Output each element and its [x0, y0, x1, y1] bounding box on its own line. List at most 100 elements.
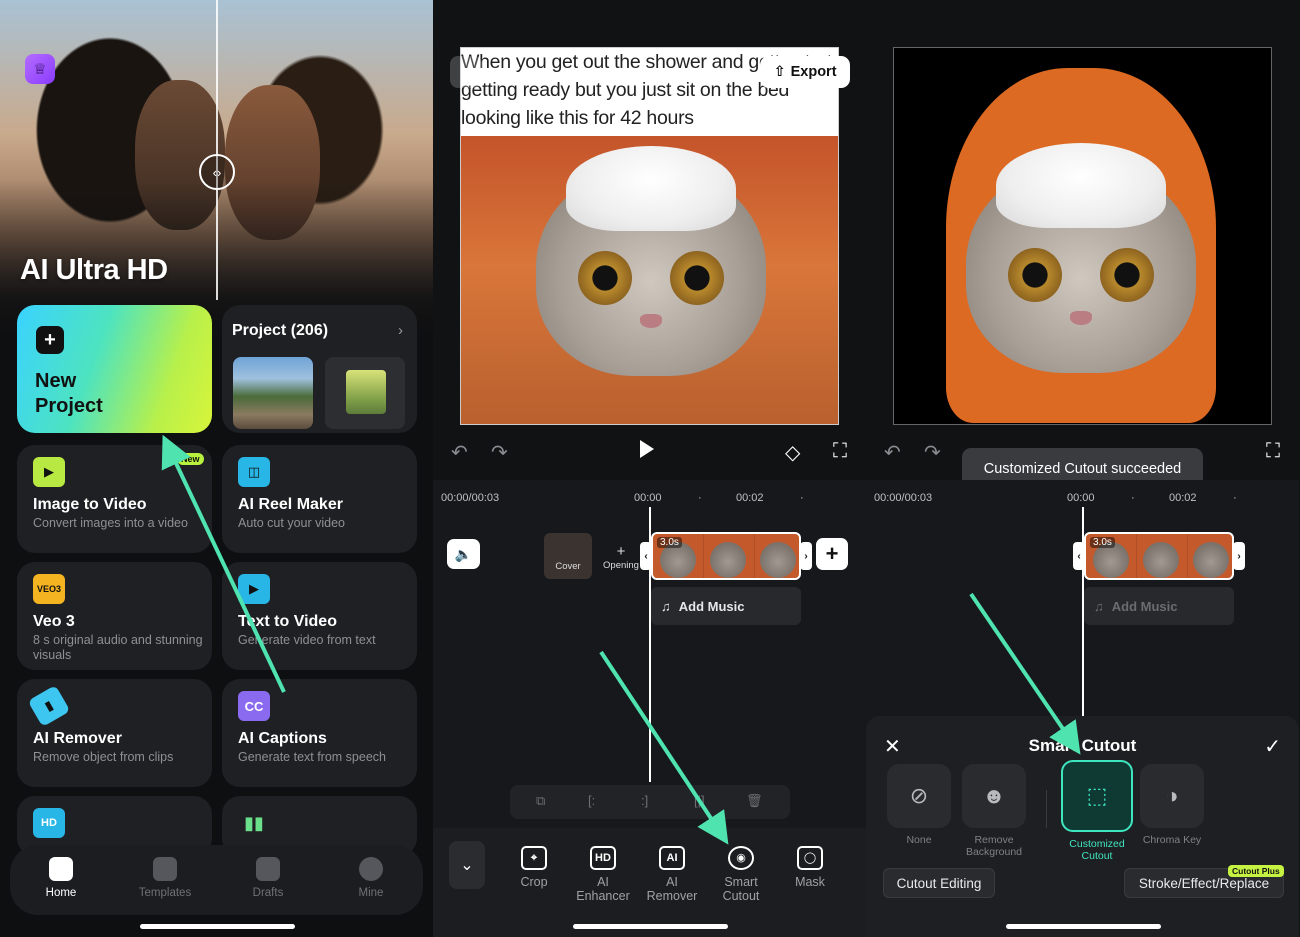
clip-duration: 3.0s — [657, 537, 682, 548]
none-icon: ⊘ — [887, 764, 951, 828]
image-to-video-icon: ▶ — [33, 457, 65, 487]
tool-crop[interactable]: ⌖ Crop — [502, 846, 566, 889]
feature-ai-reel-maker[interactable]: ◫ AI Reel Maker Auto cut your video — [222, 445, 417, 553]
close-icon[interactable]: ✕ — [450, 56, 482, 88]
playhead[interactable] — [649, 507, 651, 782]
new-badge: New — [177, 453, 204, 465]
nav-home[interactable]: Home — [21, 857, 101, 899]
option-none[interactable]: ⊘ None — [887, 764, 951, 846]
editor-screen: When you get out the shower and gotta st… — [433, 0, 866, 937]
feature-desc: 8 s original audio and stunning visuals — [33, 633, 203, 662]
chevron-down-icon[interactable]: ⌄ — [449, 841, 485, 889]
split-left-icon[interactable]: [: — [588, 793, 595, 808]
hero-title: AI Ultra HD — [20, 254, 168, 286]
reel-maker-icon: ◫ — [238, 457, 270, 487]
project-thumbnail[interactable] — [325, 357, 405, 429]
add-music-button[interactable]: ♫ Add Music — [651, 587, 801, 625]
cutout-preview[interactable] — [893, 47, 1272, 425]
nav-mine[interactable]: Mine — [331, 857, 411, 899]
feature-desc: Remove object from clips — [33, 750, 174, 764]
project-card[interactable]: Project (206) › — [222, 305, 417, 433]
feature-text-to-video[interactable]: ▶ Text to Video Generate video from text — [222, 562, 417, 670]
cover-button[interactable]: Cover — [544, 533, 592, 579]
templates-icon — [153, 857, 177, 881]
tick-label: 00:02 — [1169, 492, 1197, 504]
time-ruler: 00:00/00:03 00:00 · 00:02 · — [874, 492, 1237, 504]
feature-name: Text to Video — [238, 613, 337, 630]
duplicate-icon[interactable]: ⧉ — [536, 793, 545, 809]
cutout-editing-button[interactable]: Cutout Editing — [883, 868, 995, 898]
captions-icon: CC — [238, 691, 270, 721]
tool-smart-cutout[interactable]: ◉ Smart Cutout — [709, 846, 773, 903]
fullscreen-icon[interactable]: ⛶ — [1266, 440, 1280, 463]
drafts-icon — [256, 857, 280, 881]
time-current: 00:00/00:03 — [441, 492, 500, 504]
feature-name: AI Captions — [238, 730, 327, 747]
mask-icon: ◯ — [797, 846, 823, 870]
compare-handle-icon[interactable]: ‹› — [199, 154, 235, 190]
new-project-label: New Project — [35, 370, 103, 417]
cutout-plus-badge: Cutout Plus — [1228, 865, 1284, 877]
compare-divider[interactable] — [216, 0, 218, 300]
smart-cutout-icon: ◉ — [728, 846, 754, 870]
delete-icon[interactable]: 🗑 — [746, 793, 763, 809]
feature-desc: Generate text from speech — [238, 750, 386, 764]
video-clip[interactable]: 3.0s — [1084, 532, 1234, 580]
text-to-video-icon: ▶ — [238, 574, 270, 604]
option-customized-cutout[interactable]: ⬚ Customized Cutout — [1061, 760, 1133, 862]
feature-veo3[interactable]: VEO3 Veo 3 8 s original audio and stunni… — [17, 562, 212, 670]
option-remove-background[interactable]: ☻ Remove Background — [962, 764, 1026, 858]
feature-ai-captions[interactable]: CC AI Captions Generate text from speech — [222, 679, 417, 787]
option-chroma-key[interactable]: ◑ Chroma Key — [1140, 764, 1204, 846]
video-preview[interactable]: When you get out the shower and gotta st… — [460, 47, 839, 425]
clip-trim-right[interactable]: › — [800, 542, 812, 570]
home-screen: ‹› ♕ AI Ultra HD + New Project Project (… — [0, 0, 433, 937]
clip-trim-right[interactable]: › — [1233, 542, 1245, 570]
play-icon[interactable] — [640, 440, 654, 458]
fullscreen-icon[interactable]: ⛶ — [833, 440, 847, 463]
chroma-key-icon: ◑ — [1140, 764, 1204, 828]
audio-bars-icon: ▮▮ — [244, 812, 264, 833]
nav-templates[interactable]: Templates — [125, 857, 205, 899]
sheet-title: Smart Cutout — [1028, 736, 1137, 755]
add-music-button[interactable]: ♫ Add Music — [1084, 587, 1234, 625]
export-button[interactable]: ⇧ Export — [760, 56, 850, 88]
mute-icon[interactable]: 🔈 — [447, 539, 480, 569]
feature-name: AI Reel Maker — [238, 496, 343, 513]
veo3-icon: VEO3 — [33, 574, 65, 604]
feature-image-to-video[interactable]: ▶ New Image to Video Convert images into… — [17, 445, 212, 553]
keyframe-icon[interactable]: ◇ — [785, 440, 800, 465]
tool-ai-enhancer[interactable]: HD AI Enhancer — [571, 846, 635, 903]
redo-icon[interactable]: ↷ — [491, 440, 508, 465]
redo-icon[interactable]: ↷ — [924, 440, 941, 465]
project-thumbnail[interactable] — [233, 357, 313, 429]
opening-button[interactable]: + Opening — [599, 533, 643, 579]
video-clip[interactable]: 3.0s — [651, 532, 801, 580]
tick-label: 00:02 — [736, 492, 764, 504]
crown-icon[interactable]: ♕ — [25, 54, 55, 84]
feature-ai-remover[interactable]: ▮ AI Remover Remove object from clips — [17, 679, 212, 787]
tool-strip: ⌄ ⌖ Crop HD AI Enhancer AI AI Remover ◉ Smar… — [433, 828, 866, 937]
tool-ai-remover[interactable]: AI AI Remover — [640, 846, 704, 903]
add-clip-button[interactable]: + — [816, 538, 848, 570]
undo-icon[interactable]: ↶ — [451, 440, 468, 465]
split-icon[interactable]: [|] — [694, 793, 705, 808]
feature-name: Image to Video — [33, 496, 147, 513]
ai-remover-icon: AI — [659, 846, 685, 870]
music-note-icon: ♫ — [1094, 598, 1104, 614]
playhead[interactable] — [1082, 507, 1084, 717]
split-right-icon[interactable]: :] — [641, 793, 648, 808]
nav-drafts[interactable]: Drafts — [228, 857, 308, 899]
undo-icon[interactable]: ↶ — [884, 440, 901, 465]
tool-mask[interactable]: ◯ Mask — [778, 846, 842, 889]
eraser-icon: ▮ — [27, 685, 71, 727]
confirm-check-icon[interactable]: ✓ — [1264, 734, 1281, 759]
new-project-button[interactable]: + New Project — [17, 305, 212, 433]
crop-icon: ⌖ — [521, 846, 547, 870]
smart-cutout-screen: ↶ ↷ ⛶ Customized Cutout succeeded 00:00/… — [866, 0, 1299, 937]
upload-icon: ⇧ — [773, 64, 786, 80]
feature-name: AI Remover — [33, 730, 122, 747]
time-ruler: 00:00/00:03 00:00 · 00:02 · — [441, 492, 804, 504]
home-indicator — [140, 924, 295, 929]
home-icon — [49, 857, 73, 881]
